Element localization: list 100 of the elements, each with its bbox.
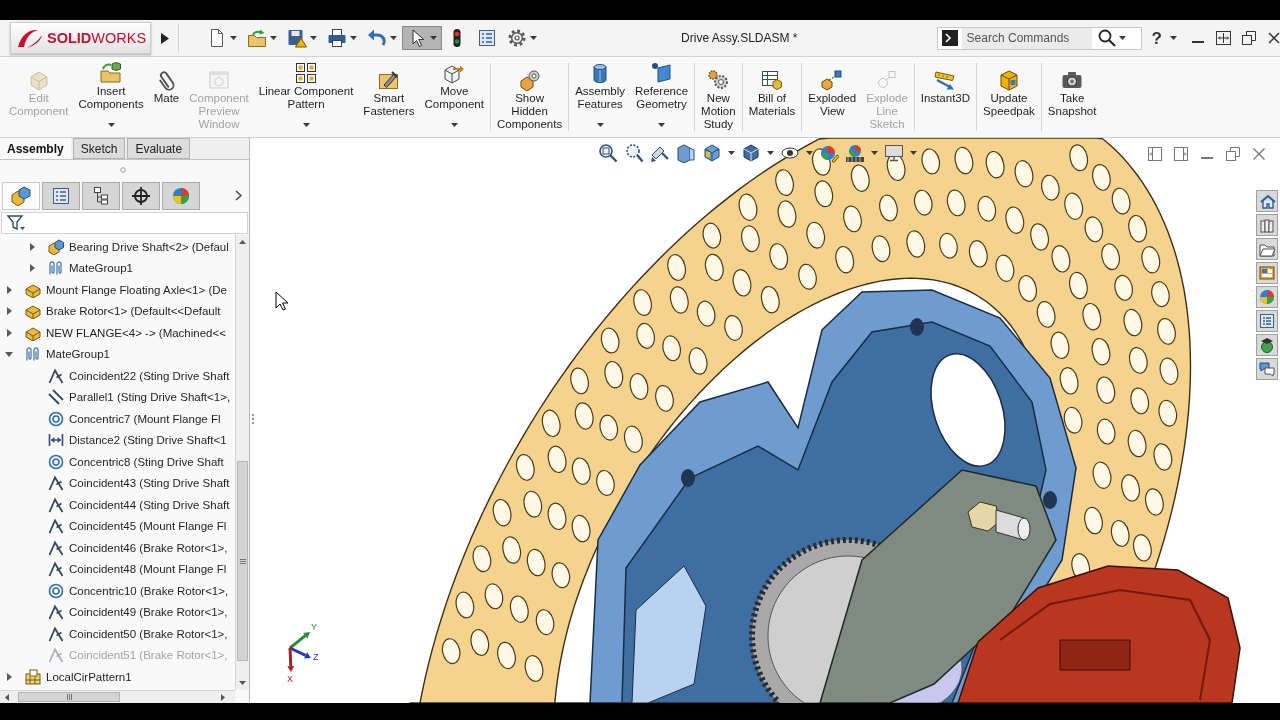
tree-item[interactable]: Coincident50 (Brake Rotor<1>, [48, 625, 228, 642]
caret-down-icon[interactable] [806, 151, 813, 155]
tree-item[interactable]: Parallel1 (Sting Drive Shaft<1>, [48, 389, 231, 406]
chevron-right-icon[interactable] [235, 190, 242, 201]
tree-item[interactable]: Brake Rotor<1> (Default<<Default [25, 303, 221, 320]
linear-component-pattern-button[interactable]: Linear Component Pattern [253, 57, 359, 137]
tree-item[interactable]: LocalCirPattern1 [25, 668, 132, 685]
tree-item[interactable]: MateGroup1 [25, 346, 110, 363]
camera-icon [1061, 69, 1084, 91]
concentric-circles-icon [48, 453, 64, 470]
tree-item[interactable]: Bearing Drive Shaft<2> (Defaul [48, 238, 229, 255]
tree-item[interactable]: Concentric8 (Sting Drive Shaft [48, 453, 224, 470]
scroll-left-arrow-icon[interactable] [5, 693, 9, 701]
manager-tab[interactable] [42, 181, 80, 210]
grip-dot-icon[interactable] [120, 167, 126, 173]
caret-down-icon[interactable] [728, 151, 735, 155]
caret-down-icon[interactable] [910, 151, 917, 155]
gears-icon [707, 69, 730, 91]
tile-left-icon[interactable] [1148, 147, 1162, 161]
scene-ball-icon[interactable] [845, 143, 865, 163]
cut-block-icon[interactable] [676, 143, 696, 163]
caret-right-icon[interactable] [29, 242, 35, 251]
insert-components-button[interactable]: Insert Components [73, 57, 149, 137]
palette-tiles-icon[interactable] [1256, 262, 1278, 284]
assembly-features-button[interactable]: Assembly Features [570, 57, 631, 137]
monitor-icon[interactable] [884, 143, 904, 163]
close-icon[interactable] [1268, 32, 1280, 44]
command-tab[interactable]: Sketch [72, 138, 126, 159]
concentric-circles-icon [48, 582, 64, 599]
caret-right-icon[interactable] [6, 285, 12, 294]
restore-icon[interactable] [1242, 31, 1256, 45]
smart-fasteners-button[interactable]: Smart Fasteners [358, 57, 420, 137]
scroll-thumb[interactable] [18, 692, 120, 702]
tree-item[interactable]: Coincident43 (Sting Drive Shaft [48, 475, 230, 492]
tree-item[interactable]: Coincident45 (Mount Flange Fl [48, 518, 227, 535]
tree-item[interactable]: Coincident46 (Brake Rotor<1>, [48, 539, 228, 556]
tile-right-icon[interactable] [1174, 147, 1188, 161]
command-tab[interactable]: Assembly [0, 138, 71, 159]
chat-bubbles-icon[interactable] [1256, 358, 1278, 380]
paperclips-icon [25, 346, 41, 363]
show-hidden-components-button[interactable]: Show Hidden Components [491, 57, 568, 137]
tree-item[interactable]: NEW FLANGE<4> -> (Machined<< [25, 324, 226, 341]
command-tab[interactable]: Evaluate [127, 138, 191, 159]
tree-item[interactable]: Coincident48 (Mount Flange Fl [48, 561, 227, 578]
tree-item[interactable]: Concentric10 (Brake Rotor<1>, [48, 582, 229, 599]
angle-lines-icon [48, 561, 64, 578]
tree-item[interactable]: Mount Flange Floating Axle<1> (De [25, 281, 227, 298]
caret-right-icon[interactable] [6, 307, 12, 316]
tree-item[interactable]: Distance2 (Sting Drive Shaft<1 [48, 432, 227, 449]
books-icon[interactable] [1256, 214, 1278, 236]
splitter-grip-icon[interactable] [251, 412, 255, 426]
caret-right-icon[interactable] [29, 264, 35, 273]
caret-down-icon[interactable] [767, 151, 774, 155]
scroll-thumb[interactable] [237, 461, 248, 661]
zoom-to-fit-icon[interactable] [598, 143, 618, 163]
ruler-arrow-icon [934, 69, 957, 91]
manager-tab[interactable] [82, 181, 120, 210]
help-button[interactable]: ? [1151, 29, 1177, 47]
select-button[interactable] [402, 26, 442, 50]
tree-item[interactable]: Coincident44 (Sting Drive Shaft [48, 496, 230, 513]
tile-icon[interactable] [1216, 31, 1231, 45]
zoom-area-icon[interactable] [624, 143, 644, 163]
scroll-up-arrow-icon[interactable] [239, 240, 246, 244]
paperclips-icon [48, 260, 64, 277]
new-motion-study-button[interactable]: New Motion Study [696, 57, 741, 137]
move-component-button[interactable]: Move Component [419, 57, 489, 137]
mouse-cursor-icon [275, 291, 288, 311]
tree-item[interactable]: MateGroup1 [48, 260, 133, 277]
bill-of-materials-button[interactable]: Bill of Materials [743, 57, 801, 137]
take-snapshot-button[interactable]: Take Snapshot [1042, 57, 1102, 137]
scroll-right-arrow-icon[interactable] [221, 693, 225, 701]
caret-right-icon[interactable] [6, 328, 12, 337]
color-ball-pencil-icon[interactable] [819, 143, 839, 163]
update-speedpak-button[interactable]: Update Speedpak [978, 57, 1040, 137]
tree-item[interactable]: Concentric7 (Mount Flange Fl [48, 410, 221, 427]
tree-item[interactable]: Coincident49 (Brake Rotor<1>, [48, 604, 228, 621]
home-icon[interactable] [1256, 190, 1278, 212]
floppy-disk-icon [287, 28, 307, 48]
caret-right-icon[interactable] [6, 672, 12, 681]
shaded-cube-icon[interactable] [741, 143, 761, 163]
caret-down-icon[interactable] [871, 151, 878, 155]
triangle-right-icon[interactable] [161, 32, 169, 44]
filter-field[interactable] [1, 212, 248, 234]
instant3d-button[interactable]: Instant3D [915, 57, 976, 137]
crosshair-icon [131, 185, 151, 206]
mate-button[interactable]: Mate [148, 57, 185, 137]
caret-down-icon[interactable] [5, 351, 13, 357]
search-field[interactable]: Search Commands [961, 27, 1092, 49]
folder-icon[interactable] [1256, 238, 1278, 260]
graduation-globe-icon[interactable] [1256, 334, 1278, 356]
cube-icon[interactable] [702, 143, 722, 163]
scroll-down-arrow-icon[interactable] [239, 681, 246, 685]
exploded-view-button[interactable]: Exploded View [803, 57, 862, 137]
manager-tab[interactable] [122, 181, 160, 210]
undo-arrow-icon [367, 28, 387, 48]
reference-geometry-button[interactable]: Reference Geometry [630, 57, 694, 137]
search-button[interactable] [1097, 29, 1126, 47]
list-icon[interactable] [1256, 310, 1278, 332]
angle-lines-icon [48, 367, 64, 384]
tree-item[interactable]: Coincident22 (Sting Drive Shaft [48, 367, 230, 384]
